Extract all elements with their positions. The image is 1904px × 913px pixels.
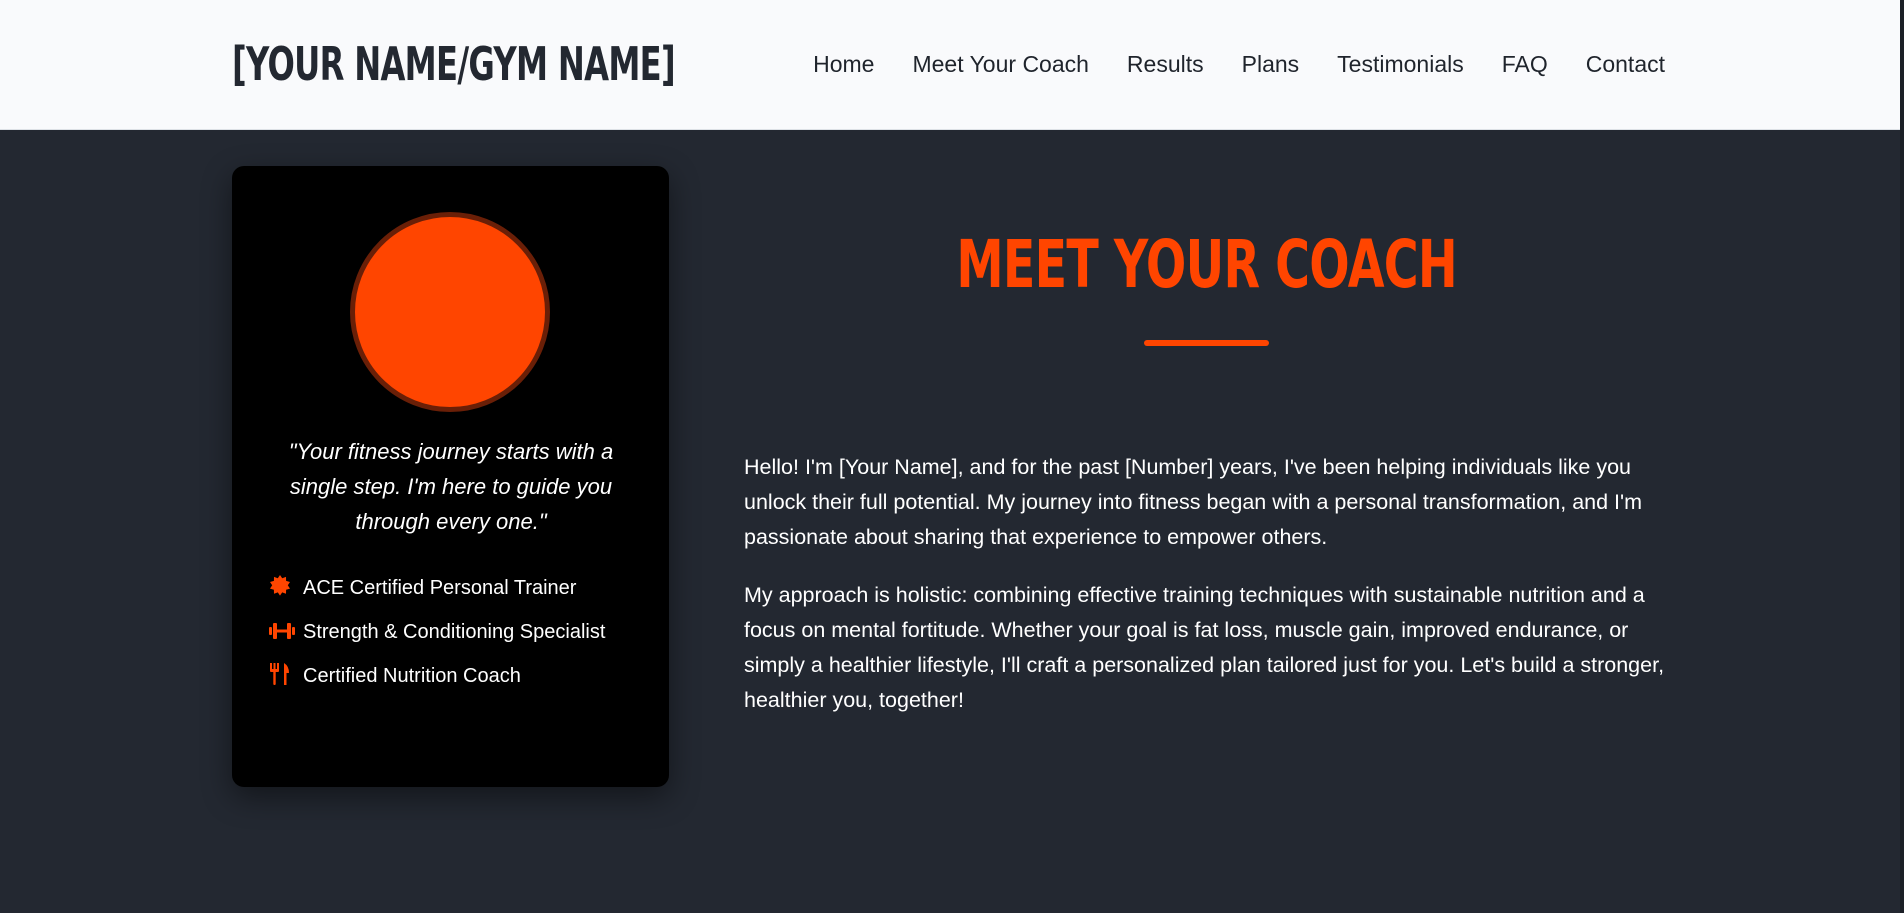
nav-testimonials[interactable]: Testimonials [1337,48,1464,80]
certificate-icon [269,575,291,596]
nav-home[interactable]: Home [813,48,874,80]
certification-item: ACE Certified Personal Trainer [269,572,629,604]
section-title-wrap: MEET YOUR COACH [744,222,1669,308]
main-nav: Home Meet Your Coach Results Plans Testi… [813,48,1665,80]
nav-results[interactable]: Results [1127,48,1204,80]
nav-plans[interactable]: Plans [1242,48,1300,80]
utensils-icon [269,663,291,685]
bio-paragraph: Hello! I'm [Your Name], and for the past… [744,455,1643,549]
nav-faq[interactable]: FAQ [1502,48,1548,80]
certification-label: ACE Certified Personal Trainer [303,577,577,599]
coach-quote: "Your fitness journey starts with a sing… [288,439,614,534]
nav-contact[interactable]: Contact [1586,48,1665,80]
coach-bio: Hello! I'm [Your Name], and for the past… [744,450,1669,741]
dumbbell-icon [269,619,295,639]
certification-item: Certified Nutrition Coach [269,660,629,692]
coach-card: "Your fitness journey starts with a sing… [232,166,669,787]
certification-item: Strength & Conditioning Specialist [269,616,629,648]
certification-label: Strength & Conditioning Specialist [303,621,606,643]
nav-meet-your-coach[interactable]: Meet Your Coach [912,48,1088,80]
site-logo[interactable]: [YOUR NAME/GYM NAME] [232,34,676,94]
window-edge [1900,0,1904,913]
title-underline [1144,340,1269,346]
bio-paragraph: My approach is holistic: combining effec… [744,583,1665,712]
coach-avatar [350,212,550,412]
section-title: MEET YOUR COACH [956,226,1457,303]
certification-label: Certified Nutrition Coach [303,665,521,687]
certification-list: ACE Certified Personal Trainer Strength … [269,572,629,704]
site-header: [YOUR NAME/GYM NAME] Home Meet Your Coac… [0,0,1900,130]
